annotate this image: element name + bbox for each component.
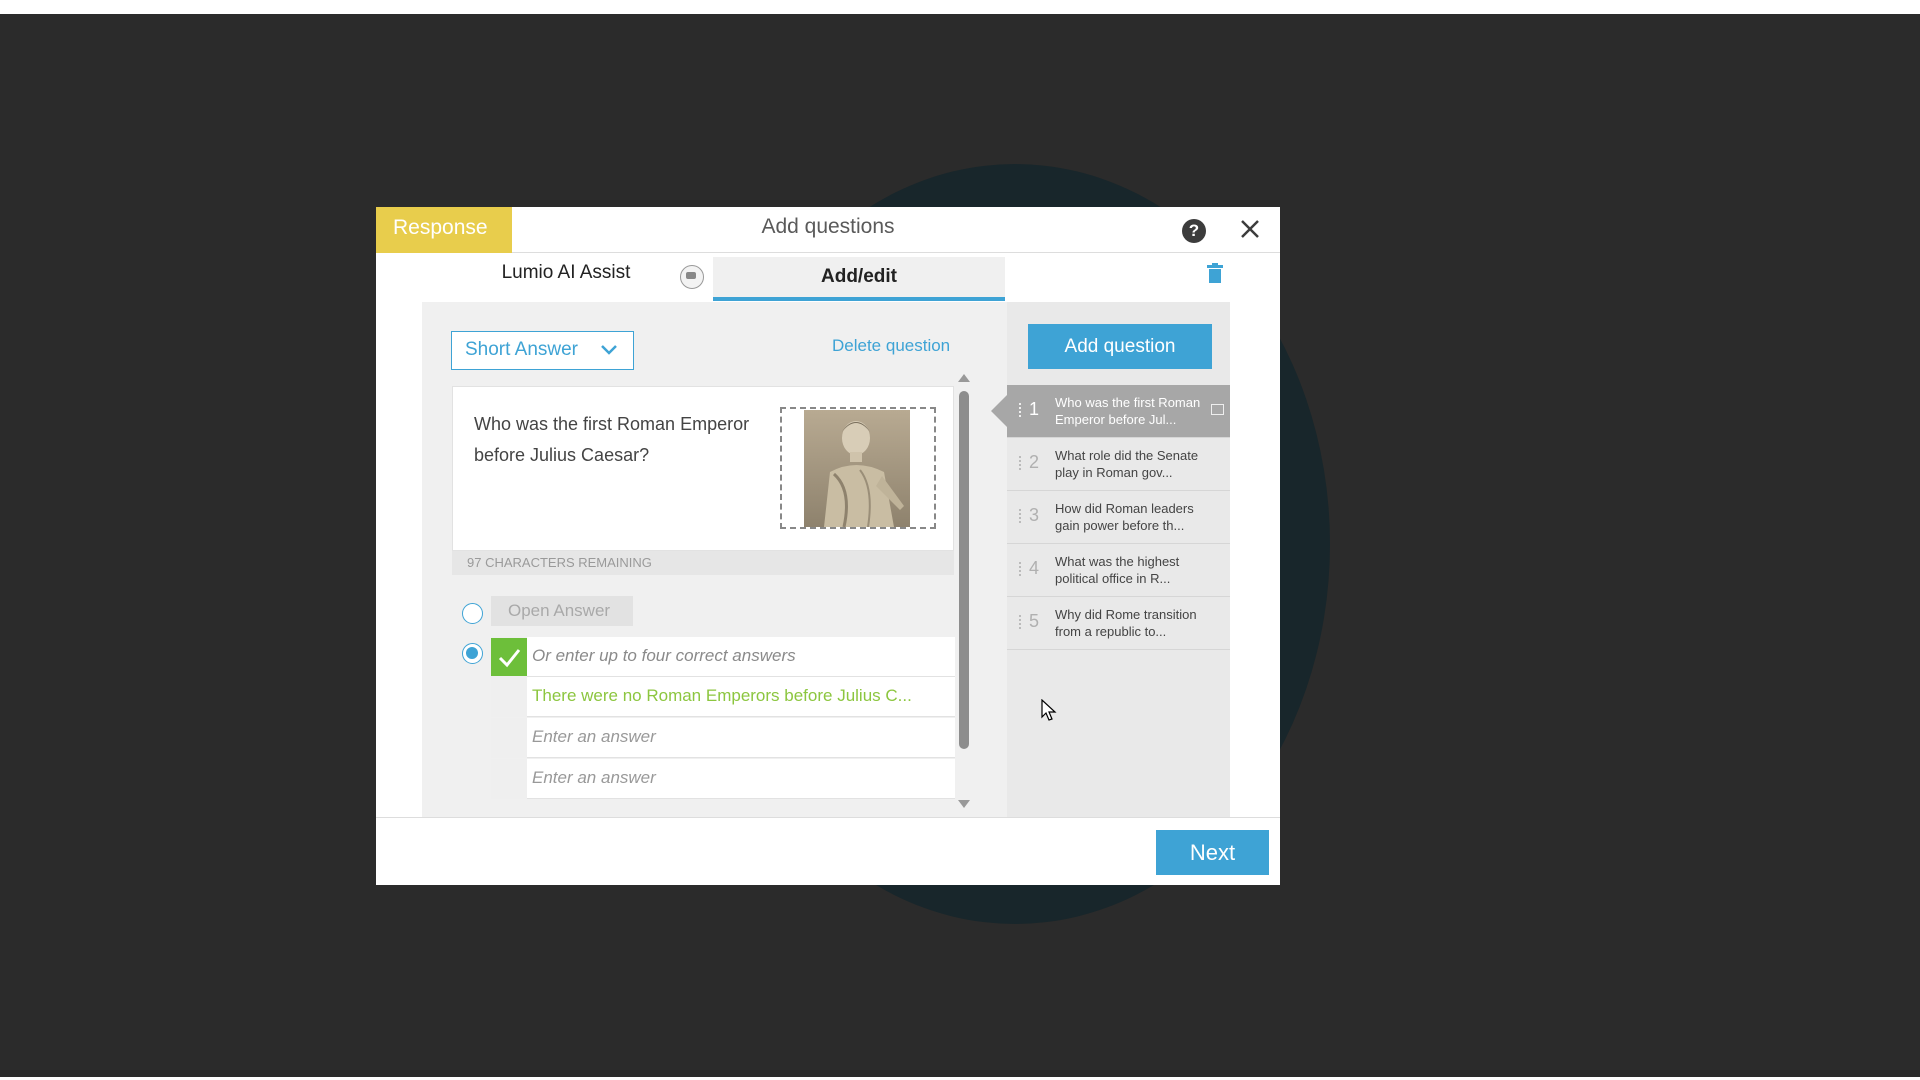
question-list-item[interactable]: 4 What was the highest political office … [1007, 544, 1230, 597]
question-summary: What role did the Senate play in Roman g… [1055, 448, 1199, 480]
open-answer-option[interactable]: Open Answer [491, 596, 633, 626]
add-questions-dialog: Response Add questions ? Lumio AI Assist… [376, 207, 1280, 885]
question-summary: What was the highest political office in… [1055, 554, 1180, 586]
question-image[interactable] [780, 407, 936, 529]
row-gutter [491, 759, 527, 799]
tab-lumio-ai-assist[interactable]: Lumio AI Assist [446, 262, 686, 284]
drag-handle-icon[interactable] [1019, 403, 1022, 417]
help-icon[interactable]: ? [1182, 219, 1206, 243]
trash-icon[interactable] [1207, 263, 1223, 283]
question-list-pane: Add question 1 Who was the first Roman E… [991, 302, 1230, 817]
question-list-item[interactable]: 5 Why did Rome transition from a republi… [1007, 597, 1230, 650]
question-number: 5 [1029, 611, 1040, 631]
question-list-item[interactable]: 3 How did Roman leaders gain power befor… [1007, 491, 1230, 544]
remove-image-icon[interactable] [910, 417, 926, 433]
open-answer-radio[interactable] [462, 603, 483, 624]
answer-row-1[interactable]: There were no Roman Emperors before Juli… [491, 677, 955, 717]
question-number: 1 [1029, 399, 1040, 419]
scroll-up-arrow-icon[interactable] [958, 374, 970, 382]
answer-row-2[interactable]: Enter an answer [491, 718, 955, 758]
row-gutter [491, 677, 527, 717]
answer-input-3[interactable]: Enter an answer [532, 768, 656, 788]
dialog-titlebar: Response Add questions ? [376, 207, 1280, 253]
statue-picture [824, 421, 904, 527]
question-text[interactable]: Who was the first Roman Emperor before J… [474, 409, 754, 471]
scroll-down-arrow-icon[interactable] [958, 800, 970, 808]
drag-handle-icon[interactable] [1019, 509, 1022, 523]
correct-answers-radio[interactable] [462, 643, 483, 664]
image-icon [1211, 404, 1224, 415]
footer-divider [376, 817, 1280, 818]
app-backdrop: Response Add questions ? Lumio AI Assist… [0, 14, 1920, 1077]
question-text-box[interactable]: Who was the first Roman Emperor before J… [452, 386, 954, 551]
active-pointer [991, 395, 1007, 427]
ai-assist-icon[interactable] [680, 265, 704, 289]
editor-content: Short Answer Delete question Who was the… [422, 302, 1230, 817]
drag-handle-icon[interactable] [1019, 615, 1022, 629]
correct-answers-header: Or enter up to four correct answers [491, 637, 955, 677]
scroll-thumb[interactable] [959, 391, 969, 749]
chevron-down-icon [601, 345, 617, 355]
question-list-item[interactable]: 2 What role did the Senate play in Roman… [1007, 438, 1230, 491]
dialog-title: Add questions [761, 215, 895, 238]
question-number: 2 [1029, 452, 1040, 472]
next-button[interactable]: Next [1156, 830, 1269, 875]
drag-handle-icon[interactable] [1019, 456, 1022, 470]
check-icon [491, 638, 527, 676]
question-type-dropdown[interactable]: Short Answer [451, 331, 634, 370]
question-number: 4 [1029, 558, 1040, 578]
answer-input-2[interactable]: Enter an answer [532, 727, 656, 747]
add-question-button[interactable]: Add question [1028, 324, 1212, 369]
cursor-icon [1041, 699, 1057, 721]
tab-add-edit[interactable]: Add/edit [713, 257, 1005, 301]
question-summary: How did Roman leaders gain power before … [1055, 501, 1194, 533]
correct-answers-instruction: Or enter up to four correct answers [532, 646, 796, 665]
characters-remaining: 97 CHARACTERS REMAINING [452, 551, 954, 575]
question-list-item[interactable]: 1 Who was the first Roman Emperor before… [991, 385, 1230, 438]
row-gutter [491, 718, 527, 758]
question-summary: Who was the first Roman Emperor before J… [1055, 395, 1201, 427]
answer-row-3[interactable]: Enter an answer [491, 759, 955, 799]
editor-scrollbar[interactable] [953, 374, 973, 814]
question-type-label: Short Answer [465, 339, 578, 360]
question-number: 3 [1029, 505, 1040, 525]
close-icon[interactable] [1234, 213, 1266, 245]
drag-handle-icon[interactable] [1019, 562, 1022, 576]
answer-input-1[interactable]: There were no Roman Emperors before Juli… [532, 686, 912, 706]
statue-image [804, 410, 910, 527]
question-summary: Why did Rome transition from a republic … [1055, 607, 1197, 639]
delete-question-link[interactable]: Delete question [832, 336, 950, 356]
